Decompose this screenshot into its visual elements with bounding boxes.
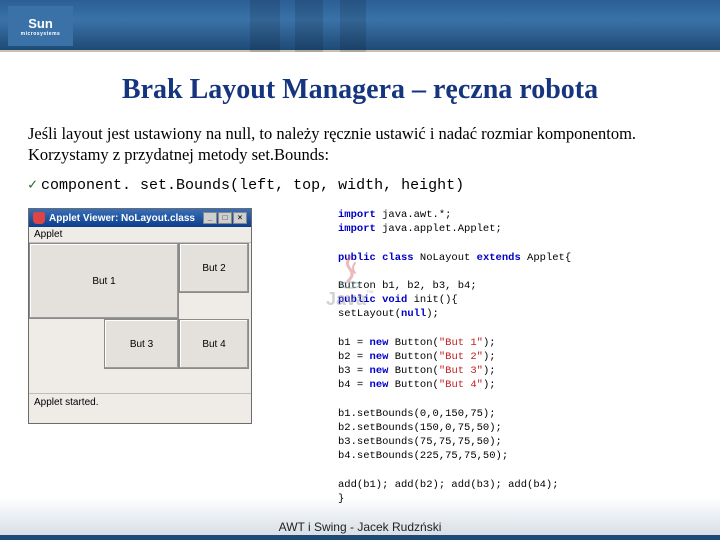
source-code: import java.awt.*; import java.applet.Ap… xyxy=(338,208,571,506)
java-watermark: Java™ xyxy=(290,255,410,310)
applet-title-text: Applet Viewer: NoLayout.class xyxy=(49,213,195,224)
java-steam-icon xyxy=(335,255,365,289)
footer-text: AWT i Swing - Jacek Rudzński xyxy=(0,520,720,534)
code-snippet: component. set.Bounds(left, top, width, … xyxy=(41,177,464,194)
java-logo-text: Java™ xyxy=(290,289,410,310)
applet-canvas: But 1 But 2 But 3 But 4 xyxy=(29,243,251,393)
logo-brand: Sun xyxy=(28,16,53,31)
sun-logo: Sun microsystems xyxy=(8,6,73,46)
footer-bar xyxy=(0,535,720,540)
applet-button-1[interactable]: But 1 xyxy=(29,243,179,319)
applet-button-4[interactable]: But 4 xyxy=(179,319,249,369)
header-shade xyxy=(250,0,280,52)
applet-titlebar: Applet Viewer: NoLayout.class _ □ × xyxy=(29,209,251,227)
applet-button-3[interactable]: But 3 xyxy=(104,319,179,369)
slide-body: Jeśli layout jest ustawiony na null, to … xyxy=(0,124,720,506)
slide-title: Brak Layout Managera – ręczna robota xyxy=(0,74,720,106)
applet-window: Applet Viewer: NoLayout.class _ □ × Appl… xyxy=(28,208,252,424)
java-cup-icon xyxy=(33,212,45,224)
window-controls: _ □ × xyxy=(203,212,247,224)
maximize-icon[interactable]: □ xyxy=(218,212,232,224)
inline-code: ✓component. set.Bounds(left, top, width,… xyxy=(28,175,692,194)
applet-menu[interactable]: Applet xyxy=(29,227,251,243)
header-shade xyxy=(340,0,366,52)
slide-description: Jeśli layout jest ustawiony na null, to … xyxy=(28,124,692,165)
applet-button-2[interactable]: But 2 xyxy=(179,243,249,293)
logo-sub: microsystems xyxy=(21,31,61,37)
close-icon[interactable]: × xyxy=(233,212,247,224)
check-icon: ✓ xyxy=(28,177,37,194)
two-column: Applet Viewer: NoLayout.class _ □ × Appl… xyxy=(28,208,692,506)
header-shade xyxy=(295,0,323,52)
minimize-icon[interactable]: _ xyxy=(203,212,217,224)
applet-status: Applet started. xyxy=(29,393,251,423)
header-bar: Sun microsystems xyxy=(0,0,720,52)
